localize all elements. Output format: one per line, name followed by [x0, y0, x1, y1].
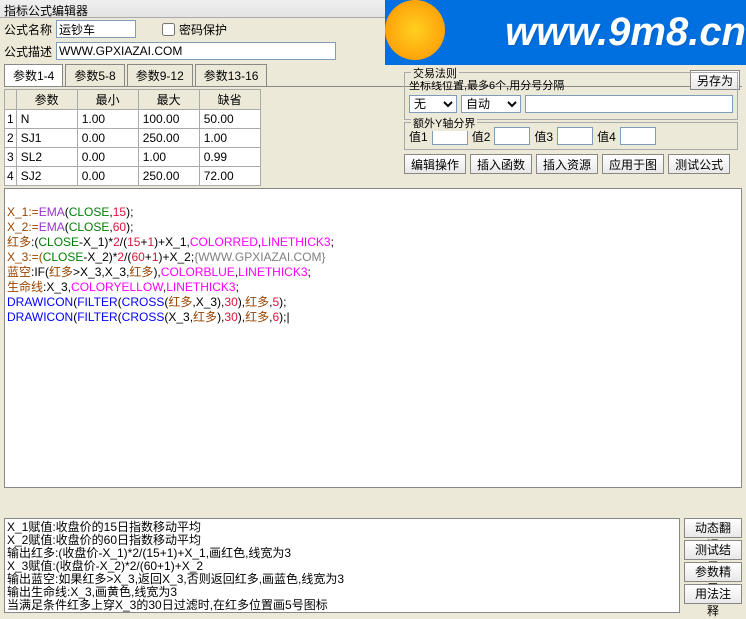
tab-params-1-4[interactable]: 参数1-4	[4, 64, 63, 86]
rules-select-none[interactable]: 无	[409, 95, 457, 113]
param-name-input[interactable]	[19, 111, 75, 127]
param-max-input[interactable]	[141, 111, 197, 127]
insert-func-button[interactable]: 插入函数	[470, 154, 532, 174]
param-row: 2	[5, 129, 261, 148]
param-row: 3	[5, 148, 261, 167]
tab-params-13-16[interactable]: 参数13-16	[195, 64, 268, 86]
param-max-input[interactable]	[141, 149, 197, 165]
extra-y-fieldset: 额外Y轴分界 值1 值2 值3 值4	[404, 122, 738, 150]
rules-positions-input[interactable]	[525, 95, 733, 113]
param-table: 参数 最小 最大 缺省 1 2 3 4	[4, 89, 261, 186]
insert-res-button[interactable]: 插入资源	[536, 154, 598, 174]
password-protect-checkbox[interactable]	[162, 23, 175, 36]
param-wizard-button[interactable]: 参数精灵	[684, 562, 742, 582]
test-results-button[interactable]: 测试结果	[684, 540, 742, 560]
param-col-max: 最大	[138, 90, 199, 110]
param-col-idx	[5, 90, 17, 110]
test-formula-button[interactable]: 测试公式	[668, 154, 730, 174]
param-max-input[interactable]	[141, 130, 197, 146]
param-def-input[interactable]	[202, 130, 258, 146]
formula-name-label: 公式名称	[4, 21, 52, 38]
param-row: 4	[5, 167, 261, 186]
param-def-input[interactable]	[202, 149, 258, 165]
value3-label: 值3	[534, 128, 553, 145]
usage-notes-button[interactable]: 用法注释	[684, 584, 742, 604]
explain-line: 当满足条件红多上穿X_3的30日过滤时,在红多位置画5号图标	[7, 599, 677, 612]
param-name-input[interactable]	[19, 130, 75, 146]
value4-label: 值4	[597, 128, 616, 145]
param-min-input[interactable]	[80, 111, 136, 127]
formula-name-input[interactable]	[56, 20, 136, 38]
password-protect-label: 密码保护	[179, 21, 227, 38]
param-max-input[interactable]	[141, 168, 197, 184]
value4-input[interactable]	[620, 127, 656, 145]
rules-select-auto[interactable]: 自动	[461, 95, 521, 113]
edit-ops-button[interactable]: 编辑操作	[404, 154, 466, 174]
value3-input[interactable]	[557, 127, 593, 145]
param-min-input[interactable]	[80, 149, 136, 165]
tab-params-5-8[interactable]: 参数5-8	[65, 64, 124, 86]
param-col-def: 缺省	[199, 90, 260, 110]
code-editor[interactable]: X_1:=EMA(CLOSE,15); X_2:=EMA(CLOSE,60); …	[4, 188, 742, 488]
param-row: 1	[5, 110, 261, 129]
param-def-input[interactable]	[202, 168, 258, 184]
window-title: 指标公式编辑器	[0, 0, 746, 18]
category2-label: 公式	[718, 43, 742, 60]
param-min-input[interactable]	[80, 168, 136, 184]
extra-y-legend: 额外Y轴分界	[411, 115, 477, 131]
trade-rules-fieldset: 交易法则 坐标线位置,最多6个,用分号分隔 无 自动	[404, 72, 738, 120]
apply-chart-button[interactable]: 应用于图	[602, 154, 664, 174]
param-col-min: 最小	[77, 90, 138, 110]
tab-params-9-12[interactable]: 参数9-12	[127, 64, 193, 86]
formula-desc-label: 公式描述	[4, 43, 52, 60]
param-min-input[interactable]	[80, 130, 136, 146]
param-def-input[interactable]	[202, 111, 258, 127]
param-col-name: 参数	[16, 90, 77, 110]
explanation-box[interactable]: X_1赋值:收盘价的15日指数移动平均 X_2赋值:收盘价的60日指数移动平均 …	[4, 518, 680, 613]
formula-desc-input[interactable]	[56, 42, 336, 60]
value2-input[interactable]	[494, 127, 530, 145]
trade-rules-legend: 交易法则	[411, 65, 459, 81]
param-name-input[interactable]	[19, 168, 75, 184]
dynamic-translate-button[interactable]: 动态翻译	[684, 518, 742, 538]
param-name-input[interactable]	[19, 149, 75, 165]
category1-label: 公式	[718, 21, 742, 38]
